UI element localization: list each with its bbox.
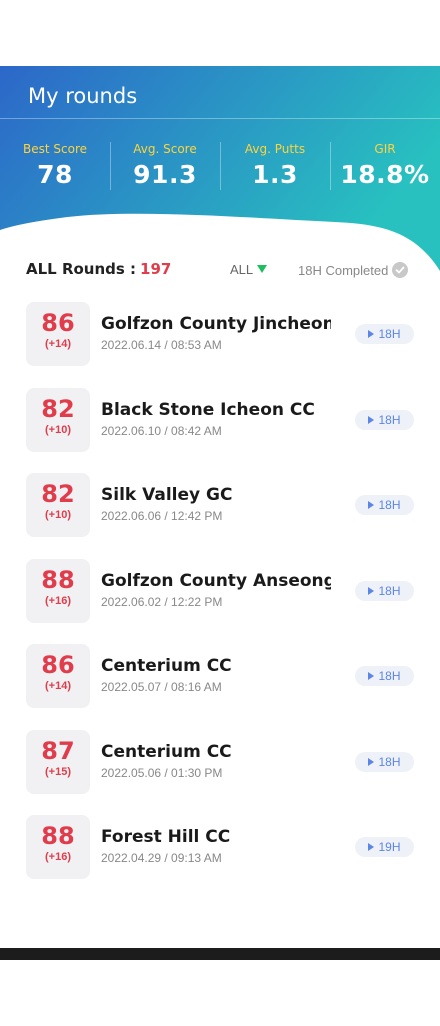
holes-label: 18H: [378, 412, 401, 427]
nav-item-courses[interactable]: GKCourses: [176, 948, 264, 960]
list-item[interactable]: 86 (+14) Golfzon County Jincheon 2022.06.14…: [0, 302, 440, 388]
course-name: Golfzon County Jincheon: [101, 314, 331, 334]
list-item[interactable]: 87 (+15) Centerium CC 2022.05.06 / 01:30 PM…: [0, 729, 440, 816]
score-box: 88 (+16): [26, 558, 90, 623]
course-name: Centerium CC: [101, 656, 232, 676]
holes-label: 19H: [378, 840, 401, 854]
course-name: Black Stone Icheon CC: [101, 399, 315, 420]
holes-badge: 18H: [355, 495, 414, 515]
list-item[interactable]: 82 (+10) Silk Valley GC 2022.06.06 / 12:42 …: [0, 473, 440, 559]
score-box: 82 (+10): [26, 387, 90, 452]
score-diff: (+16): [45, 594, 71, 607]
score-diff: (+15): [45, 765, 71, 778]
round-date: 2022.06.06 / 12:42 PM: [101, 509, 223, 523]
completed-filter-toggle[interactable]: 18H Completed: [298, 262, 409, 278]
stat-label: Avg. Score: [133, 142, 197, 156]
stat-value: 1.3: [252, 160, 298, 189]
course-name: Silk Valley GC: [101, 485, 233, 505]
score-value: 88: [41, 822, 75, 850]
stat-value: 18.8%: [340, 160, 430, 189]
score-diff: (+14): [45, 680, 71, 692]
holes-badge: 18H: [355, 666, 414, 686]
score-box: 87 (+15): [26, 729, 90, 794]
flag-icon: [368, 586, 375, 595]
stat-label: GIR: [374, 142, 396, 156]
rounds-list-header: ALL Rounds :197 ALL 18H Completed: [26, 260, 416, 280]
list-item[interactable]: 86 (+14) Centerium CC 2022.05.07 / 08:16 AM…: [0, 644, 440, 730]
round-date: 2022.06.10 / 08:42 AM: [101, 423, 222, 438]
score-diff: (+10): [45, 509, 71, 521]
course-name: Golfzon County Anseong H: [101, 570, 331, 591]
score-diff: (+10): [45, 423, 71, 436]
list-item[interactable]: 88 (+16) Forest Hill CC 2022.04.29 / 09:13 …: [0, 815, 440, 901]
flag-icon: [368, 330, 375, 338]
holes-badge: 18H: [355, 409, 414, 430]
holes-badge: 18H: [355, 580, 414, 601]
holes-label: 18H: [378, 669, 401, 683]
stat-avg-score: Avg. Score 91.3: [110, 142, 220, 190]
course-name: Centerium CC: [101, 741, 232, 762]
holes-label: 18H: [378, 583, 401, 598]
stat-value: 78: [37, 160, 73, 189]
flag-icon: [368, 843, 375, 851]
all-rounds-label: ALL Rounds :: [26, 260, 137, 278]
holes-badge: 18H: [355, 324, 414, 344]
score-value: 88: [41, 565, 75, 594]
score-diff: (+14): [45, 338, 71, 350]
rounds-count: 197: [140, 260, 172, 278]
score-value: 82: [41, 480, 75, 508]
flag-icon: [368, 415, 375, 424]
nav-item-home[interactable]: Home: [0, 948, 88, 960]
round-date: 2022.06.02 / 12:22 PM: [101, 594, 223, 609]
list-item[interactable]: 82 (+10) Black Stone Icheon CC 2022.06.10 /…: [0, 387, 440, 474]
stat-best-score: Best Score 78: [0, 142, 110, 189]
filter-label: ALL: [230, 262, 254, 277]
score-box: 86 (+14): [26, 302, 90, 366]
score-box: 86 (+14): [26, 644, 90, 708]
holes-label: 18H: [378, 754, 401, 769]
page-title: My rounds: [28, 84, 138, 108]
round-date: 2022.05.07 / 08:16 AM: [101, 680, 222, 694]
holes-badge: 18H: [355, 751, 414, 772]
all-rounds-title: ALL Rounds :197: [26, 260, 171, 278]
completed-label: 18H Completed: [298, 263, 389, 278]
round-date: 2022.04.29 / 09:13 AM: [101, 851, 222, 865]
flag-icon: [368, 672, 375, 680]
holes-badge: 19H: [355, 837, 414, 857]
list-item[interactable]: 88 (+16) Golfzon County Anseong H 2022.06.0…: [0, 558, 440, 645]
filter-dropdown[interactable]: ALL: [230, 262, 268, 277]
holes-label: 18H: [378, 498, 401, 512]
course-name: Forest Hill CC: [101, 827, 231, 847]
nav-item-stats[interactable]: Stats: [264, 948, 352, 960]
round-date: 2022.05.06 / 01:30 PM: [101, 765, 223, 780]
flag-icon: [368, 501, 375, 509]
holes-label: 18H: [378, 327, 401, 341]
stat-value: 91.3: [133, 160, 197, 189]
bottom-nav: HomeMy roundsGKCoursesStatsSettings: [0, 948, 440, 960]
header-divider: [0, 118, 440, 119]
score-value: 86: [41, 651, 75, 679]
flag-icon: [368, 757, 375, 766]
stat-gir: GIR 18.8%: [330, 142, 440, 190]
rounds-list: 86 (+14) Golfzon County Jincheon 2022.06.14…: [0, 302, 440, 901]
nav-item-settings[interactable]: Settings: [352, 948, 440, 960]
dropdown-arrow-icon: [257, 265, 268, 273]
stats-summary: Best Score 78 Avg. Score 91.3 Avg. Putts…: [0, 142, 440, 190]
round-date: 2022.06.14 / 08:53 AM: [101, 338, 222, 352]
check-circle-icon: [392, 262, 409, 278]
app-screen: My rounds Best Score 78 Avg. Score 91.3 …: [0, 66, 440, 960]
stat-label: Avg. Putts: [244, 142, 306, 156]
stat-label: Best Score: [23, 142, 87, 156]
score-box: 82 (+10): [26, 473, 90, 537]
score-value: 86: [41, 309, 75, 337]
stat-avg-putts: Avg. Putts 1.3: [220, 142, 330, 190]
score-value: 82: [41, 394, 75, 423]
score-value: 87: [41, 736, 75, 765]
score-box: 88 (+16): [26, 815, 90, 879]
nav-item-my-rounds[interactable]: My rounds: [88, 948, 176, 960]
score-diff: (+16): [45, 851, 71, 863]
